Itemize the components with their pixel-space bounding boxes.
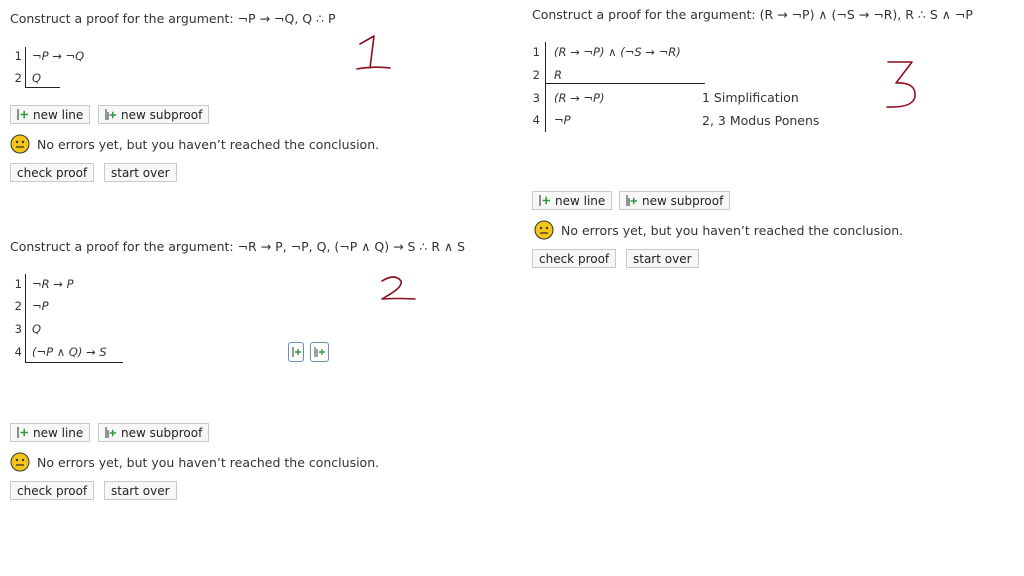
new-line-button[interactable]: new line [10, 105, 91, 124]
proof-area: 1 ¬P → ¬Q 2 Q [10, 47, 210, 89]
status-text: No errors yet, but you haven’t reached t… [37, 136, 380, 152]
new-subproof-icon [626, 195, 638, 206]
proof-line-formula[interactable]: (R → ¬P) [554, 91, 604, 105]
proof-scope-bar [25, 47, 26, 87]
line-number: 1 [14, 277, 22, 291]
proof-line-formula[interactable]: ¬P [554, 113, 571, 127]
line-number: 2 [14, 299, 22, 313]
new-subproof-label: new subproof [121, 425, 203, 440]
new-subproof-button[interactable]: new subproof [98, 423, 210, 442]
proof-line-formula[interactable]: (R → ¬P) ∧ (¬S → ¬R) [554, 45, 681, 59]
new-line-label: new line [33, 425, 84, 440]
proof-line-formula[interactable]: ¬P → ¬Q [32, 49, 84, 63]
proof-area: 1 ¬R → P 2 ¬P 3 Q 4 (¬P ∧ Q) → S [10, 274, 210, 364]
handwritten-number-1 [356, 35, 391, 70]
neutral-face-icon [534, 220, 554, 240]
line-number: 1 [532, 45, 540, 59]
check-proof-button[interactable]: check proof [10, 481, 95, 500]
status-message: No errors yet, but you haven’t reached t… [10, 134, 379, 154]
proof-line-justification[interactable]: 2, 3 Modus Ponens [702, 113, 819, 128]
start-over-button[interactable]: start over [626, 249, 699, 268]
line-number: 4 [14, 345, 22, 359]
status-text: No errors yet, but you haven’t reached t… [561, 222, 904, 238]
proof-line-formula[interactable]: (¬P ∧ Q) → S [32, 345, 107, 359]
status-text: No errors yet, but you haven’t reached t… [37, 454, 380, 470]
new-line-label: new line [33, 107, 84, 122]
start-over-button[interactable]: start over [104, 481, 177, 500]
line-number: 3 [14, 322, 22, 336]
problem-prompt: Construct a proof for the argument: ¬R →… [10, 239, 466, 254]
new-line-button[interactable]: new line [532, 191, 613, 210]
premise-divider [545, 83, 705, 84]
new-subproof-icon [314, 347, 325, 357]
new-line-button[interactable]: new line [10, 423, 91, 442]
new-subproof-icon [105, 109, 117, 120]
line-number: 1 [14, 49, 22, 63]
status-message: No errors yet, but you haven’t reached t… [534, 220, 903, 240]
problem-prompt: Construct a proof for the argument: (R →… [532, 7, 973, 22]
proof-line-formula[interactable]: R [554, 68, 562, 82]
line-number: 3 [532, 91, 540, 105]
handwritten-number-3 [886, 61, 916, 108]
proof-scope-bar [25, 274, 26, 362]
insert-line-button[interactable] [288, 342, 304, 362]
handwritten-number-2 [381, 276, 416, 300]
new-subproof-button[interactable]: new subproof [619, 191, 731, 210]
premise-divider [25, 87, 60, 88]
neutral-face-icon [10, 452, 30, 472]
line-number: 4 [532, 113, 540, 127]
insert-subproof-button[interactable] [310, 342, 329, 362]
check-proof-button[interactable]: check proof [10, 163, 95, 182]
new-line-label: new line [555, 193, 606, 208]
proof-line-justification[interactable]: 1 Simplification [702, 90, 799, 105]
premise-divider [25, 362, 123, 363]
new-subproof-label: new subproof [642, 193, 724, 208]
proof-area: 1 (R → ¬P) ∧ (¬S → ¬R) 2 R 3 (R → ¬P) 1 … [528, 42, 858, 134]
proof-line-formula[interactable]: Q [32, 322, 41, 336]
line-number: 2 [14, 71, 22, 85]
neutral-face-icon [10, 134, 30, 154]
check-proof-button[interactable]: check proof [532, 249, 617, 268]
new-line-icon [17, 427, 29, 438]
status-message: No errors yet, but you haven’t reached t… [10, 452, 379, 472]
new-line-icon [539, 195, 551, 206]
problem-prompt: Construct a proof for the argument: ¬P →… [10, 11, 336, 26]
start-over-button[interactable]: start over [104, 163, 177, 182]
new-line-icon [17, 109, 29, 120]
new-subproof-label: new subproof [121, 107, 203, 122]
new-subproof-button[interactable]: new subproof [98, 105, 210, 124]
new-subproof-icon [105, 427, 117, 438]
proof-line-formula[interactable]: ¬R → P [32, 277, 74, 291]
proof-line-formula[interactable]: ¬P [32, 299, 49, 313]
new-line-icon [292, 347, 301, 357]
line-number: 2 [532, 68, 540, 82]
proof-line-formula[interactable]: Q [32, 71, 41, 85]
proof-scope-bar [545, 42, 546, 132]
